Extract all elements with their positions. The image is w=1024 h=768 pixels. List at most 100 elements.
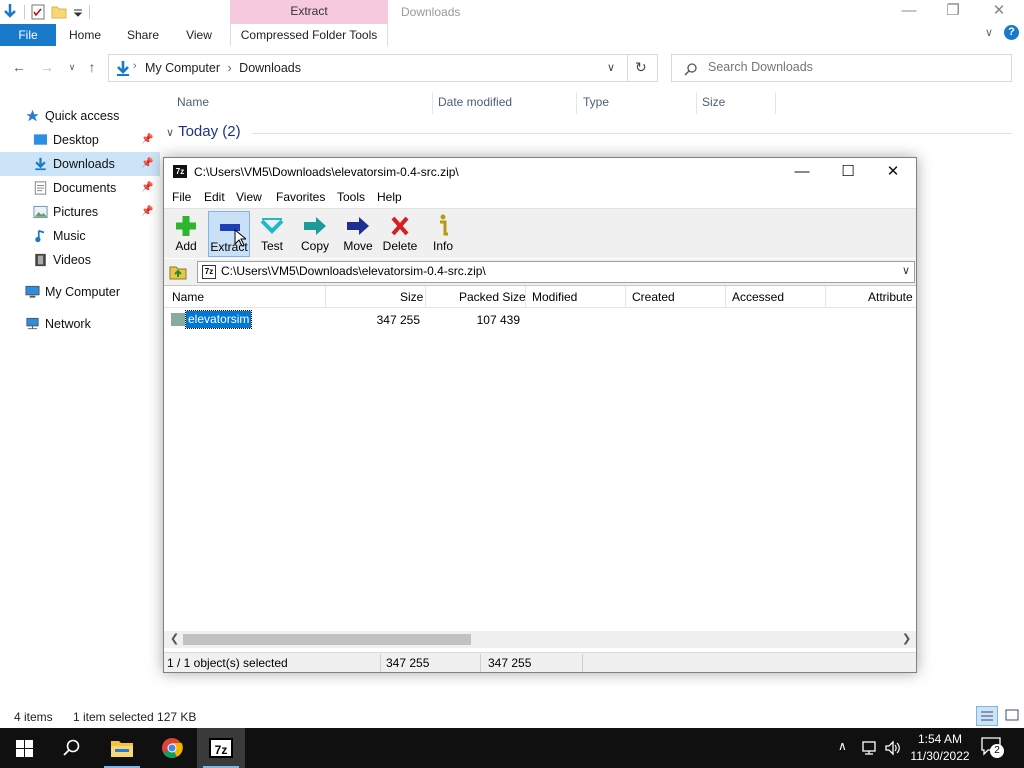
volume-icon[interactable] <box>884 740 902 756</box>
status-packed-size: 347 255 <box>488 656 532 670</box>
menu-favorites[interactable]: Favorites <box>276 190 325 204</box>
back-button[interactable]: ← <box>9 57 29 77</box>
search-button[interactable] <box>48 728 96 768</box>
pictures-icon <box>33 205 48 219</box>
clock-time: 1:54 AM <box>917 732 963 746</box>
scroll-thumb[interactable] <box>183 634 471 645</box>
7zip-list-header: Name Size Packed Size Modified Created A… <box>164 286 916 308</box>
maximize-button[interactable]: ❐ <box>930 0 976 24</box>
item-count: 4 items <box>14 710 53 724</box>
refresh-icon[interactable]: ↻ <box>635 59 647 76</box>
download-arrow-icon[interactable] <box>2 3 18 21</box>
breadcrumb-my-computer[interactable]: My Computer <box>145 61 220 75</box>
folder-up-icon[interactable] <box>168 263 188 281</box>
customize-qat-icon[interactable] <box>73 5 83 19</box>
column-name[interactable]: Name <box>177 92 209 112</box>
forward-button[interactable]: → <box>37 57 57 77</box>
7zip-menu-bar: File Edit View Favorites Tools Help <box>164 186 916 208</box>
sidebar-item-videos[interactable]: Videos <box>0 248 160 272</box>
scroll-right-icon[interactable]: ❯ <box>902 632 911 645</box>
copy-button[interactable]: Copy <box>294 211 336 257</box>
breadcrumb-downloads[interactable]: Downloads <box>239 61 301 75</box>
search-input[interactable] <box>708 60 998 74</box>
pin-icon[interactable]: 📌 <box>141 128 153 152</box>
sidebar-item-quick-access[interactable]: Quick access <box>0 104 160 128</box>
column-accessed[interactable]: Accessed <box>732 290 784 304</box>
sidebar-item-downloads[interactable]: Downloads 📌 <box>0 152 160 176</box>
column-attribute[interactable]: Attribute <box>868 290 913 304</box>
column-packed-size[interactable]: Packed Size <box>459 290 526 304</box>
tab-home[interactable]: Home <box>62 24 108 46</box>
column-type[interactable]: Type <box>583 92 609 112</box>
action-center-button[interactable]: 2 <box>980 736 1006 760</box>
sidebar-item-music[interactable]: Music <box>0 224 160 248</box>
tab-file[interactable]: File <box>0 24 56 46</box>
taskbar-file-explorer[interactable] <box>98 728 146 768</box>
sidebar-item-pictures[interactable]: Pictures 📌 <box>0 200 160 224</box>
7zip-horizontal-scrollbar[interactable]: ❮ ❯ <box>164 631 916 648</box>
explorer-titlebar: Extract Downloads — ❐ ✕ <box>0 0 1024 24</box>
sidebar-item-network[interactable]: Network <box>0 312 160 336</box>
7zip-path-combobox[interactable]: 7z ∨ <box>197 261 915 283</box>
tab-compressed-folder-tools[interactable]: Compressed Folder Tools <box>230 24 388 46</box>
7zip-file-list[interactable]: Name Size Packed Size Modified Created A… <box>164 285 916 649</box>
column-date-modified[interactable]: Date modified <box>438 92 512 112</box>
column-modified[interactable]: Modified <box>532 290 577 304</box>
column-name[interactable]: Name <box>172 290 204 304</box>
pin-icon[interactable]: 📌 <box>141 176 153 200</box>
search-box[interactable] <box>671 54 1012 82</box>
file-name-selected[interactable]: elevatorsim <box>184 310 253 329</box>
selection-info: 1 item selected 127 KB <box>73 710 197 724</box>
details-view-button[interactable] <box>976 706 998 726</box>
up-button[interactable]: ↑ <box>82 57 102 77</box>
table-row[interactable]: elevatorsim 347 255 107 439 <box>164 310 916 330</box>
tab-view[interactable]: View <box>178 24 220 46</box>
7zip-minimize-button[interactable]: — <box>779 158 825 186</box>
tab-share[interactable]: Share <box>120 24 166 46</box>
collapse-chevron-icon[interactable]: ∨ <box>166 127 174 139</box>
info-button[interactable]: Info <box>422 211 464 257</box>
7zip-maximize-button[interactable]: ☐ <box>825 158 871 186</box>
network-status-icon[interactable] <box>862 740 880 756</box>
help-icon[interactable]: ? <box>1004 25 1019 40</box>
properties-icon[interactable] <box>31 4 45 20</box>
path-dropdown-icon[interactable]: ∨ <box>902 264 910 277</box>
column-size[interactable]: Size <box>400 290 423 304</box>
sidebar-item-documents[interactable]: Documents 📌 <box>0 176 160 200</box>
add-button[interactable]: Add <box>165 211 207 257</box>
close-button[interactable]: ✕ <box>976 0 1022 24</box>
copy-arrow-icon <box>304 217 326 235</box>
scroll-left-icon[interactable]: ❮ <box>170 632 179 645</box>
taskbar-chrome[interactable] <box>148 728 196 768</box>
recent-locations-button[interactable]: ∨ <box>62 57 82 77</box>
system-clock[interactable]: 1:54 AM 11/30/2022 <box>904 731 976 765</box>
sidebar-item-my-computer[interactable]: My Computer <box>0 280 160 304</box>
column-created[interactable]: Created <box>632 290 675 304</box>
ribbon-expand-icon[interactable]: ∨ <box>985 26 993 39</box>
7zip-path-input[interactable] <box>221 264 881 278</box>
test-button[interactable]: Test <box>251 211 293 257</box>
menu-edit[interactable]: Edit <box>204 190 225 204</box>
menu-help[interactable]: Help <box>377 190 402 204</box>
new-folder-icon[interactable] <box>51 5 67 19</box>
move-button[interactable]: Move <box>337 211 379 257</box>
menu-tools[interactable]: Tools <box>337 190 365 204</box>
group-header-today[interactable]: ∨ Today (2) <box>166 123 241 140</box>
7zip-app-icon[interactable]: 7z <box>173 165 187 178</box>
minimize-button[interactable]: — <box>886 0 932 24</box>
delete-button[interactable]: Delete <box>379 211 421 257</box>
sidebar-item-desktop[interactable]: Desktop 📌 <box>0 128 160 152</box>
menu-view[interactable]: View <box>236 190 262 204</box>
column-size[interactable]: Size <box>702 92 725 112</box>
pin-icon[interactable]: 📌 <box>141 200 153 224</box>
7zip-address-row: 7z ∨ <box>164 259 916 285</box>
address-dropdown-icon[interactable]: ∨ <box>607 61 615 74</box>
address-bar[interactable]: › My Computer › Downloads ∨ ↻ <box>108 54 658 82</box>
start-button[interactable] <box>0 728 48 768</box>
menu-file[interactable]: File <box>172 190 191 204</box>
taskbar-7zip[interactable]: 7z <box>197 728 245 768</box>
7zip-close-button[interactable]: ✕ <box>870 158 916 186</box>
windows-logo-icon <box>16 740 33 757</box>
pin-icon[interactable]: 📌 <box>141 152 153 176</box>
large-icons-view-button[interactable] <box>1002 706 1022 726</box>
